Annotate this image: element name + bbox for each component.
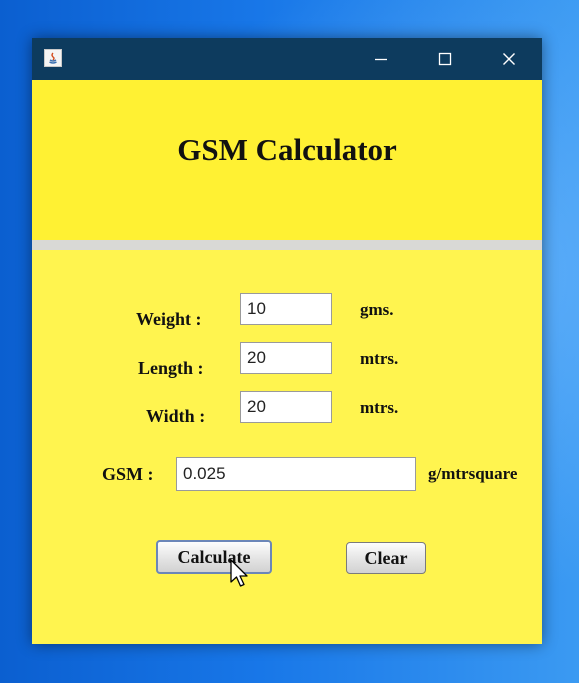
width-label: Width : <box>146 406 206 426</box>
java-icon <box>44 49 62 67</box>
clear-button[interactable]: Clear <box>346 542 426 574</box>
weight-input[interactable] <box>240 293 332 325</box>
close-button[interactable] <box>486 38 532 80</box>
width-input[interactable] <box>240 391 332 423</box>
weight-label: Weight : <box>136 309 202 329</box>
app-window: GSM Calculator Weight : gms. Length : mt… <box>32 38 542 644</box>
maximize-icon <box>438 52 452 66</box>
page-title: GSM Calculator <box>177 132 397 167</box>
width-unit: mtrs. <box>360 398 399 417</box>
minimize-icon <box>375 58 387 61</box>
close-icon <box>503 53 515 65</box>
minimize-button[interactable] <box>358 38 404 80</box>
gsm-label: GSM : <box>102 464 154 484</box>
gsm-unit: g/mtrsquare <box>428 464 518 483</box>
separator <box>32 240 542 250</box>
title-bar[interactable] <box>32 38 542 80</box>
maximize-button[interactable] <box>422 38 468 80</box>
length-unit: mtrs. <box>360 349 399 368</box>
length-input[interactable] <box>240 342 332 374</box>
weight-unit: gms. <box>360 300 394 319</box>
gsm-output-field[interactable] <box>176 457 416 491</box>
calculate-button[interactable]: Calculate <box>156 540 272 574</box>
length-label: Length : <box>138 358 204 378</box>
